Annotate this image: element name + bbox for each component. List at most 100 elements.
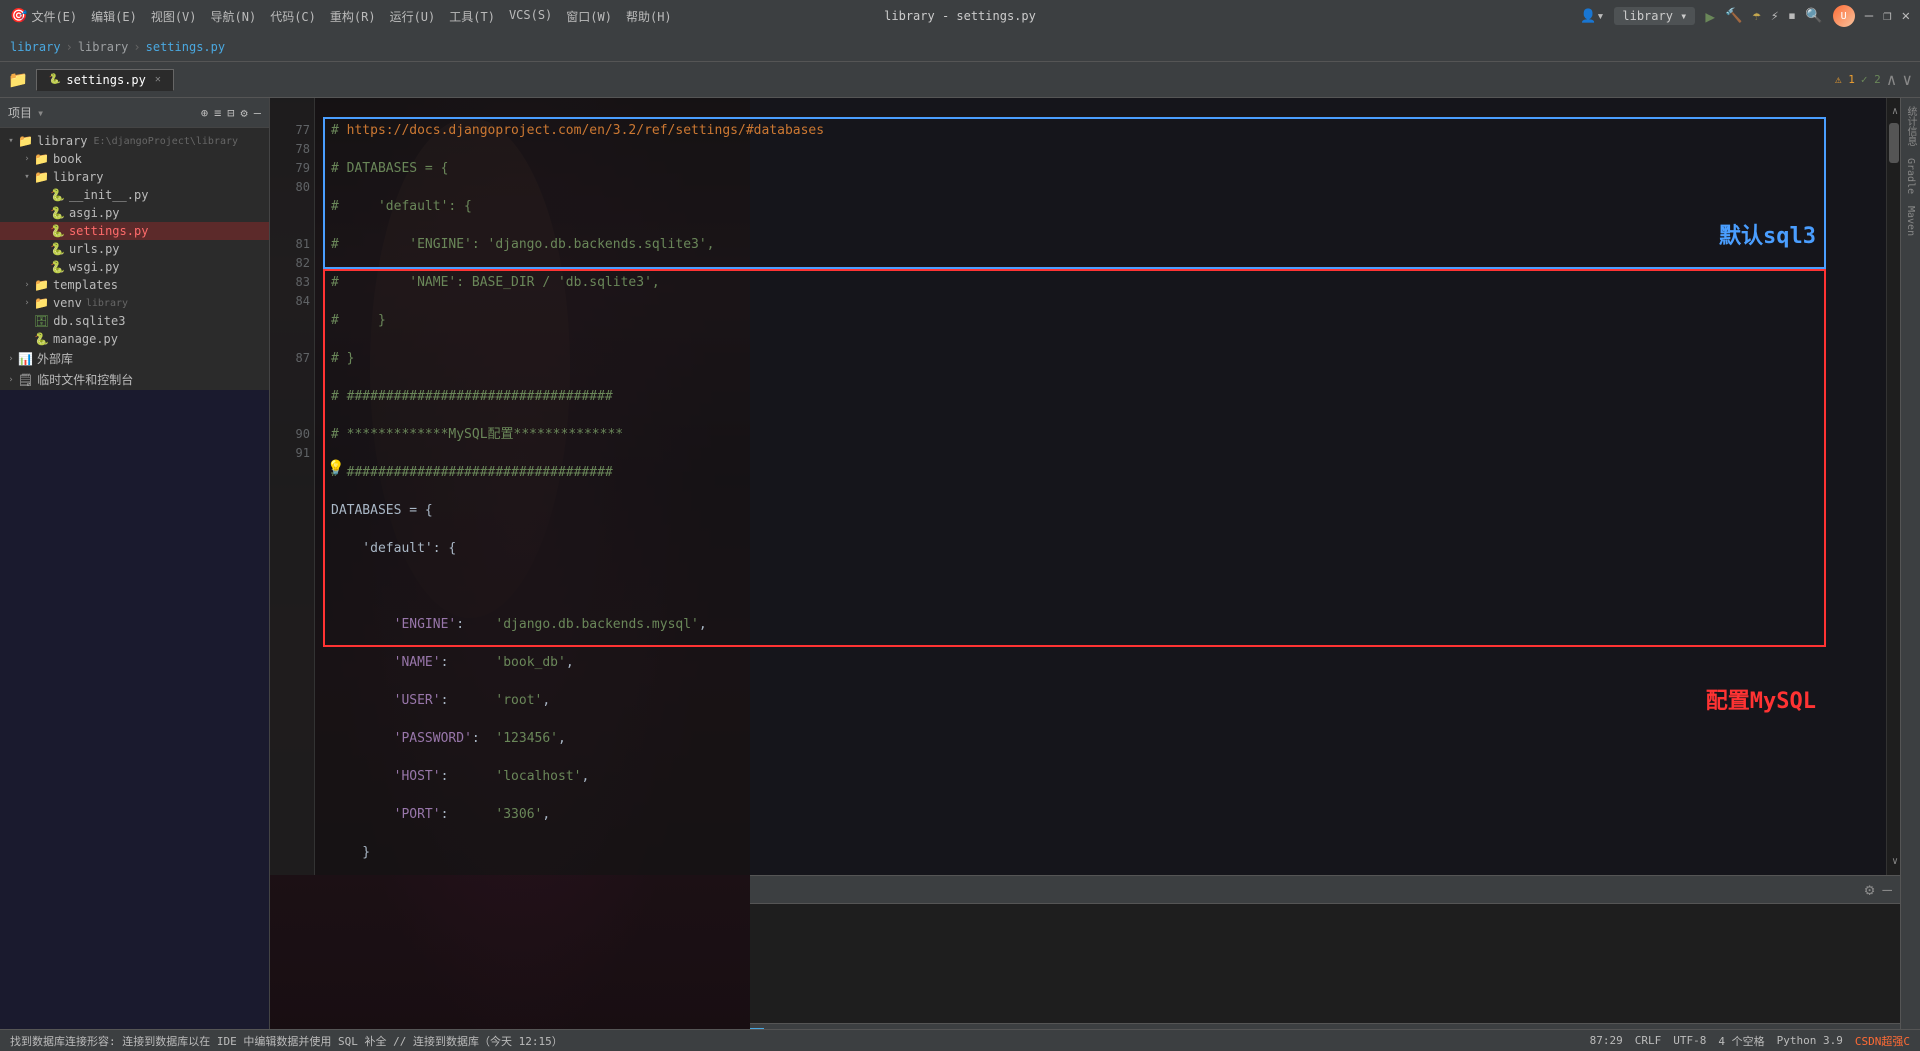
- maximize-button[interactable]: ❐: [1883, 8, 1891, 24]
- collapse-icon[interactable]: ∨: [1902, 70, 1912, 89]
- line-separator[interactable]: CRLF: [1635, 1034, 1662, 1047]
- terminal-settings-icon[interactable]: ⚙: [1865, 880, 1875, 899]
- folder-icon: 📁: [34, 152, 49, 166]
- menu-help[interactable]: 帮助(H): [626, 8, 672, 25]
- sidebar-dropdown-arrow[interactable]: ▾: [37, 106, 44, 120]
- menu-refactor[interactable]: 重构(R): [330, 8, 376, 25]
- code-line-empty1: [331, 577, 1870, 596]
- py-icon: 🐍: [34, 332, 49, 346]
- tree-item-settings[interactable]: 🐍 settings.py: [0, 222, 269, 240]
- menu-run[interactable]: 运行(U): [390, 8, 436, 25]
- sidebar-collapse-icon[interactable]: ⊟: [227, 106, 234, 120]
- code-line-81b: # }: [331, 349, 1870, 368]
- breadcrumb-bar: library › library › settings.py: [0, 32, 1920, 62]
- stop-icon[interactable]: ⏹: [1789, 9, 1796, 24]
- tree-item-library-root[interactable]: ▾ 📁 library E:\djangoProject\library: [0, 132, 269, 150]
- tree-label: manage.py: [53, 332, 118, 346]
- py-file-icon: 🐍: [49, 74, 61, 85]
- breadcrumb-file[interactable]: settings.py: [146, 40, 225, 54]
- code-line-close-inner: }: [331, 843, 1870, 862]
- terminal-close-icon[interactable]: —: [1882, 880, 1892, 899]
- minimize-button[interactable]: —: [1865, 8, 1873, 24]
- code-line-name: 'NAME': 'book_db',: [331, 653, 1870, 672]
- tree-item-library-sub[interactable]: ▾ 📁 library: [0, 168, 269, 186]
- code-line-db-open: DATABASES = {: [331, 501, 1870, 520]
- tree-item-db[interactable]: 🗄 db.sqlite3: [0, 312, 269, 330]
- breadcrumb-project[interactable]: library: [10, 40, 61, 54]
- tree-item-urls[interactable]: 🐍 urls.py: [0, 240, 269, 258]
- tree-item-book[interactable]: › 📁 book: [0, 150, 269, 168]
- py-icon: 🐍: [50, 260, 65, 274]
- tree-item-asgi[interactable]: 🐍 asgi.py: [0, 204, 269, 222]
- tree-label: 临时文件和控制台: [37, 371, 133, 388]
- run-button[interactable]: ▶: [1705, 7, 1715, 26]
- expand-icon[interactable]: ∧: [1887, 70, 1897, 89]
- right-tool-panel: 统计信息 Gradle Maven: [1900, 98, 1920, 1051]
- py-icon: 🐍: [50, 188, 65, 202]
- app-icon: 🎯: [10, 8, 27, 24]
- encoding[interactable]: UTF-8: [1673, 1034, 1706, 1047]
- menu-window[interactable]: 窗口(W): [566, 8, 612, 25]
- lightbulb-icon[interactable]: 💡: [327, 460, 344, 476]
- folder-icon: 📁: [34, 278, 49, 292]
- search-icon[interactable]: 🔍: [1805, 8, 1822, 24]
- right-panel-item-2[interactable]: Gradle: [1903, 154, 1918, 198]
- menu-vcs[interactable]: VCS(S): [509, 8, 552, 25]
- code-line-79: # 'ENGINE': 'django.db.backends.sqlite3'…: [331, 235, 1870, 254]
- tab-label: settings.py: [66, 73, 145, 87]
- code-editor[interactable]: 默认sql3 配置MySQL 💡 # https://docs.djangopr…: [315, 98, 1886, 875]
- tree-item-external-lib[interactable]: › 📊 外部库: [0, 348, 269, 369]
- code-line-port: 'PORT': '3306',: [331, 805, 1870, 824]
- coverage-icon[interactable]: ☂: [1752, 8, 1760, 24]
- right-panel-item-3[interactable]: Maven: [1903, 202, 1918, 240]
- lib-icon: 📊: [18, 352, 33, 366]
- sidebar-settings-icon[interactable]: ⚙: [241, 106, 248, 120]
- tree-item-manage[interactable]: 🐍 manage.py: [0, 330, 269, 348]
- tree-label: venv: [53, 296, 82, 310]
- file-tree: ▾ 📁 library E:\djangoProject\library › 📁…: [0, 128, 270, 390]
- code-line-hash2: # ##################################: [331, 463, 1870, 482]
- breadcrumb-library[interactable]: library: [78, 40, 129, 54]
- sidebar-toggle-icon[interactable]: 📁: [8, 70, 28, 89]
- sidebar-hide-icon[interactable]: —: [254, 106, 261, 120]
- menu-tools[interactable]: 工具(T): [449, 8, 495, 25]
- tree-item-wsgi[interactable]: 🐍 wsgi.py: [0, 258, 269, 276]
- window-controls[interactable]: — ❐ ✕: [1865, 8, 1910, 24]
- build-icon[interactable]: 🔨: [1725, 8, 1742, 24]
- menu-edit[interactable]: 编辑(E): [91, 8, 137, 25]
- ok-badge[interactable]: ✓ 2: [1861, 73, 1881, 86]
- tab-close-icon[interactable]: ✕: [155, 74, 161, 85]
- sidebar-list-icon[interactable]: ≡: [214, 106, 221, 120]
- menu-bar[interactable]: 文件(E) 编辑(E) 视图(V) 导航(N) 代码(C) 重构(R) 运行(U…: [31, 8, 671, 25]
- warnings-badge[interactable]: ⚠ 1: [1835, 73, 1855, 86]
- line-numbers: 77 78 79 80 81 82 83 84 87 90 91: [270, 98, 315, 875]
- tree-label: library: [37, 134, 88, 148]
- python-version[interactable]: Python 3.9: [1777, 1034, 1843, 1047]
- menu-code[interactable]: 代码(C): [270, 8, 316, 25]
- tree-item-scratch[interactable]: › 🗒 临时文件和控制台: [0, 369, 269, 390]
- user-avatar[interactable]: U: [1833, 5, 1855, 27]
- tree-item-venv[interactable]: › 📁 venv library: [0, 294, 269, 312]
- close-button[interactable]: ✕: [1902, 8, 1910, 24]
- sidebar-add-icon[interactable]: ⊕: [201, 106, 208, 120]
- sidebar-header: 项目 ▾ ⊕ ≡ ⊟ ⚙ —: [0, 98, 269, 128]
- indent-setting[interactable]: 4 个空格: [1718, 1033, 1764, 1049]
- menu-file[interactable]: 文件(E): [31, 8, 77, 25]
- csdn-badge: CSDN超强C: [1855, 1033, 1910, 1049]
- file-tab-settings[interactable]: 🐍 settings.py ✕: [36, 69, 174, 91]
- user-icon[interactable]: 👤▾: [1580, 9, 1604, 24]
- code-line-78: # 'default': {: [331, 197, 1870, 216]
- library-dropdown[interactable]: library ▾: [1614, 7, 1695, 25]
- tree-item-init[interactable]: 🐍 __init__.py: [0, 186, 269, 204]
- right-panel-item-1[interactable]: 统计信息: [1901, 102, 1920, 150]
- tree-item-templates[interactable]: › 📁 templates: [0, 276, 269, 294]
- tree-label: 外部库: [37, 350, 73, 367]
- scrollbar-vertical[interactable]: ∧ ∨: [1886, 98, 1900, 875]
- tree-label: templates: [53, 278, 118, 292]
- status-right: 87:29 CRLF UTF-8 4 个空格 Python 3.9 CSDN超强…: [1590, 1033, 1910, 1049]
- profile-icon[interactable]: ⚡: [1771, 9, 1779, 24]
- py-icon: 🐍: [50, 224, 65, 238]
- menu-navigate[interactable]: 导航(N): [211, 8, 257, 25]
- tree-label: settings.py: [69, 224, 148, 238]
- menu-view[interactable]: 视图(V): [151, 8, 197, 25]
